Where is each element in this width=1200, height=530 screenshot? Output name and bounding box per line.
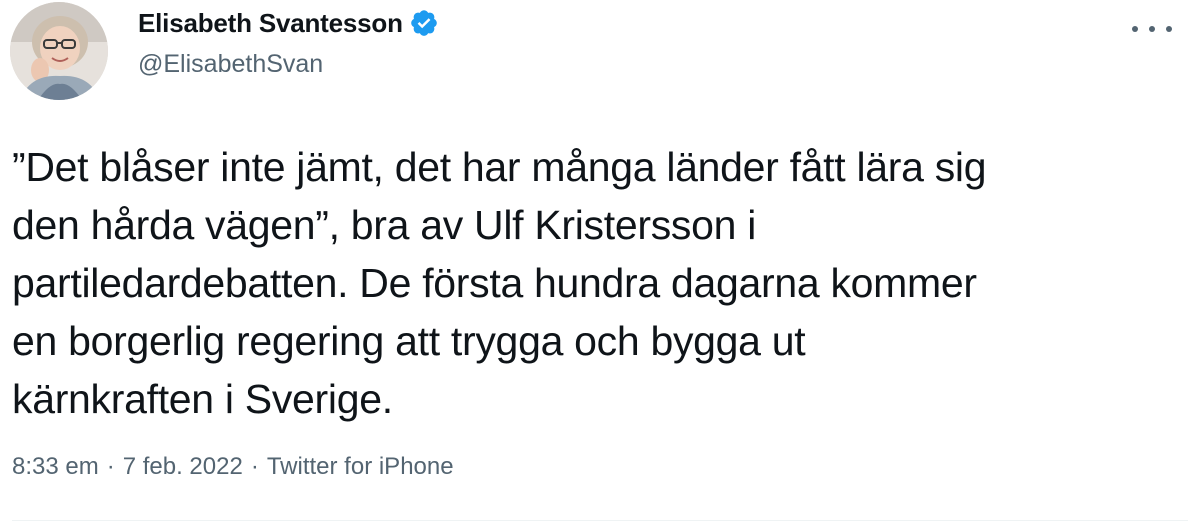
verified-badge-icon bbox=[409, 8, 439, 38]
display-name[interactable]: Elisabeth Svantesson bbox=[138, 8, 403, 39]
profile-photo-icon bbox=[10, 2, 108, 100]
more-icon-dot bbox=[1149, 26, 1155, 32]
avatar[interactable] bbox=[10, 2, 108, 100]
more-button[interactable] bbox=[1132, 14, 1172, 44]
tweet-text: ”Det blåser inte jämt, det har många län… bbox=[12, 144, 987, 422]
tweet-card: Elisabeth Svantesson @ElisabethSvan ”Det… bbox=[0, 0, 1200, 530]
meta-separator: · bbox=[106, 453, 115, 480]
more-icon bbox=[1132, 26, 1138, 32]
more-icon-dot bbox=[1166, 26, 1172, 32]
divider bbox=[12, 520, 1188, 521]
handle[interactable]: @ElisabethSvan bbox=[138, 50, 439, 79]
author-block: Elisabeth Svantesson @ElisabethSvan bbox=[138, 4, 439, 79]
tweet-meta: 8:33 em · 7 feb. 2022 · Twitter for iPho… bbox=[12, 453, 454, 481]
meta-separator: · bbox=[250, 453, 259, 480]
name-row: Elisabeth Svantesson bbox=[138, 4, 439, 42]
tweet-time[interactable]: 8:33 em bbox=[12, 453, 99, 481]
tweet-date[interactable]: 7 feb. 2022 bbox=[123, 453, 243, 481]
tweet-source[interactable]: Twitter for iPhone bbox=[267, 453, 454, 481]
